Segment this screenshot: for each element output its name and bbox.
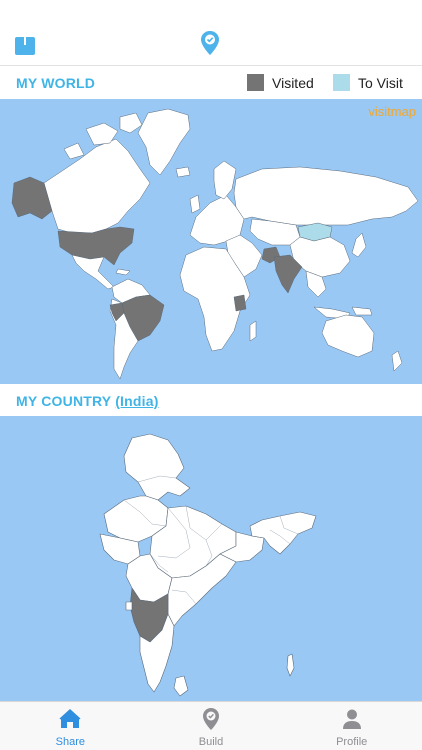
uk-shape <box>189 194 201 214</box>
world-section-header: MY WORLD Visited To Visit <box>0 66 422 100</box>
india-map-svg <box>99 433 317 697</box>
new-zealand-shape <box>391 350 403 372</box>
world-section-title: MY WORLD <box>16 75 96 91</box>
australia-shape <box>321 314 375 358</box>
tab-share[interactable]: Share <box>0 702 141 750</box>
tab-profile[interactable]: Profile <box>281 702 422 750</box>
japan-shape <box>351 232 367 258</box>
legend-to-visit-swatch <box>333 74 350 91</box>
world-map[interactable]: visitmap <box>0 99 422 384</box>
new-guinea-shape <box>351 306 373 316</box>
india-goa-shape <box>125 601 133 611</box>
home-icon <box>59 708 81 728</box>
tanzania-shape <box>233 294 247 312</box>
legend-visited: Visited <box>247 74 314 91</box>
scandinavia-shape <box>213 160 237 200</box>
iceland-shape <box>175 166 191 178</box>
tab-build-label: Build <box>198 736 224 748</box>
tab-share-label: Share <box>55 736 86 748</box>
location-pin-check-icon[interactable] <box>200 30 220 56</box>
caribbean-shape <box>115 268 131 276</box>
country-map[interactable] <box>0 416 422 702</box>
canada-shape <box>43 138 151 234</box>
greenland-shape <box>137 108 191 176</box>
legend-to-visit: To Visit <box>333 74 403 91</box>
visitmap-watermark: visitmap <box>368 104 416 119</box>
top-bar <box>0 0 422 66</box>
india-north-shape <box>123 433 191 501</box>
country-selector-link[interactable]: (India) <box>115 393 158 409</box>
country-section-title: MY COUNTRY (India) <box>16 393 159 409</box>
share-upload-icon[interactable] <box>14 30 36 56</box>
person-icon <box>342 709 361 729</box>
sri-lanka-shape <box>173 675 189 697</box>
madagascar-shape <box>249 320 257 342</box>
russia-shape <box>233 166 419 226</box>
country-section-header: MY COUNTRY (India) <box>0 384 422 416</box>
country-title-prefix: MY COUNTRY <box>16 393 116 409</box>
legend-visited-swatch <box>247 74 264 91</box>
tab-build[interactable]: Build <box>141 702 282 750</box>
andaman-islands-shape <box>286 653 295 677</box>
tab-profile-label: Profile <box>336 736 368 748</box>
legend-visited-label: Visited <box>272 74 314 91</box>
location-pin-icon <box>203 708 219 730</box>
tab-bar: Share Build Profile <box>0 701 422 750</box>
legend-to-visit-label: To Visit <box>358 74 403 91</box>
world-map-svg <box>11 108 419 380</box>
